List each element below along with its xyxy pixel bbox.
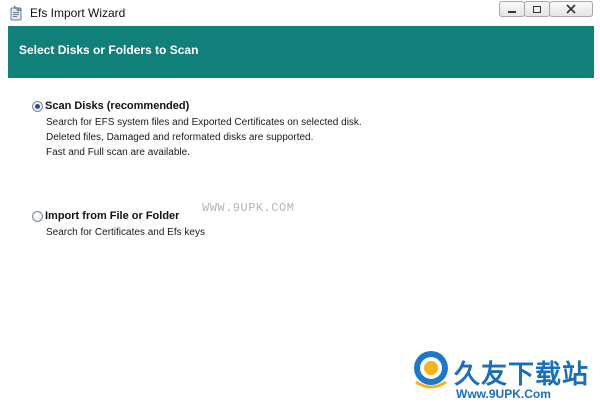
title-bar[interactable]: Efs Import Wizard <box>0 0 600 26</box>
page-title: Select Disks or Folders to Scan <box>19 43 199 57</box>
scan-disks-desc-line-1: Search for EFS system files and Exported… <box>46 117 362 128</box>
import-file-label[interactable]: Import from File or Folder <box>45 210 179 222</box>
minimize-button[interactable] <box>499 1 525 17</box>
watermark-text: WWW.9UPK.COM <box>202 201 295 215</box>
scan-disks-radio[interactable] <box>32 101 43 112</box>
minimize-icon <box>508 10 516 13</box>
import-file-radio[interactable] <box>32 211 43 222</box>
wizard-header: Select Disks or Folders to Scan <box>8 26 594 78</box>
restore-button[interactable] <box>524 1 550 17</box>
logo-cn-text: 久友下载站 <box>454 360 590 390</box>
logo-url-text: Www.9UPK.Com <box>456 387 551 401</box>
import-file-desc-line-1: Search for Certificates and Efs keys <box>46 227 205 238</box>
scan-disks-label[interactable]: Scan Disks (recommended) <box>45 100 189 112</box>
restore-icon <box>533 5 541 13</box>
scan-disks-desc-line-2: Deleted files, Damaged and reformated di… <box>46 132 314 143</box>
scan-disks-desc-line-3: Fast and Full scan are available. <box>46 147 190 158</box>
close-icon <box>566 4 576 14</box>
app-icon <box>10 5 22 21</box>
window-title: Efs Import Wizard <box>30 6 126 20</box>
logo-mark-icon <box>414 351 448 389</box>
site-logo: 久友下载站 Www.9UPK.Com <box>390 332 600 419</box>
close-button[interactable] <box>549 1 593 17</box>
